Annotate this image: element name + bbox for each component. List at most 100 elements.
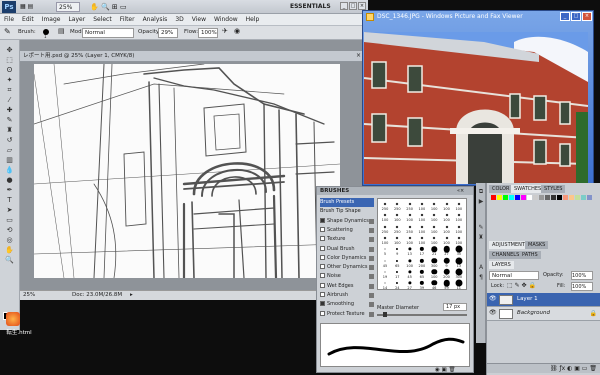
brush-preset[interactable]: 250: [392, 223, 402, 234]
brush-preset[interactable]: 19: [380, 268, 390, 279]
brush-preset[interactable]: 11: [454, 279, 464, 290]
brush-panel-icon[interactable]: ✎: [477, 223, 485, 232]
brush-preset[interactable]: 100: [392, 211, 402, 222]
tab-paths[interactable]: PATHS: [519, 251, 541, 259]
tab-swatches[interactable]: SWATCHES: [511, 185, 545, 193]
brush-preset[interactable]: 100: [405, 257, 415, 268]
layer-opacity-input[interactable]: 100%: [571, 271, 593, 280]
tab-masks[interactable]: MASKS: [525, 241, 549, 249]
lock-icon[interactable]: [369, 218, 374, 224]
move-tool-icon[interactable]: ✥: [3, 46, 16, 55]
mode-select[interactable]: Normal: [82, 28, 134, 38]
brush-preset[interactable]: 13: [454, 257, 464, 268]
brush-option-row[interactable]: Brush Presets: [320, 198, 374, 207]
lock-icon[interactable]: [369, 274, 374, 280]
brush-preset[interactable]: 100: [454, 223, 464, 234]
brush-option-row[interactable]: Brush Tip Shape: [320, 207, 374, 216]
launch-bridge-icon[interactable]: ▦ ▤: [20, 2, 50, 12]
path-select-tool-icon[interactable]: ➤: [3, 206, 16, 215]
brush-preset[interactable]: 100: [417, 234, 427, 245]
brush-preset[interactable]: 21: [429, 245, 439, 256]
viewer-maximize-button[interactable]: □: [571, 12, 581, 21]
lock-icon[interactable]: [369, 246, 374, 252]
brush-option-checkbox[interactable]: [320, 245, 325, 251]
eyedropper-tool-icon[interactable]: ⁄: [3, 96, 16, 105]
lock-icon[interactable]: [369, 265, 374, 271]
brush-option-checkbox[interactable]: [320, 217, 325, 223]
brush-option-checkbox[interactable]: [320, 236, 325, 242]
3d-rotate-tool-icon[interactable]: ⟲: [3, 226, 16, 235]
brush-option-checkbox[interactable]: [320, 254, 325, 260]
zoom-level-dropdown[interactable]: 25%: [56, 2, 80, 12]
panel-collapse-icon[interactable]: «×: [457, 187, 464, 195]
brush-preset[interactable]: 100: [429, 211, 439, 222]
brush-option-checkbox[interactable]: [320, 264, 325, 270]
healing-tool-icon[interactable]: ✚: [3, 106, 16, 115]
eraser-tool-icon[interactable]: ▱: [3, 146, 16, 155]
brush-preset[interactable]: 65: [417, 268, 427, 279]
status-arrow-icon[interactable]: ▸: [130, 291, 133, 300]
brush-preset[interactable]: 5: [380, 245, 390, 256]
brush-preset[interactable]: 14: [380, 279, 390, 290]
brush-preset[interactable]: 100: [454, 234, 464, 245]
brush-preset[interactable]: 200: [442, 268, 452, 279]
menu-layer[interactable]: Layer: [64, 14, 89, 26]
arrange-icons[interactable]: ✋ 🔍 ⊞ ▭: [90, 2, 150, 12]
opacity-input[interactable]: 29%: [158, 28, 178, 38]
menu-3d[interactable]: 3D: [171, 14, 187, 26]
brush-tool-icon[interactable]: ✎: [4, 27, 11, 36]
brush-preset[interactable]: 17: [392, 268, 402, 279]
brush-preset[interactable]: 9: [392, 245, 402, 256]
master-diameter-slider-thumb[interactable]: [383, 312, 387, 317]
brush-preset[interactable]: 100: [429, 234, 439, 245]
menu-select[interactable]: Select: [89, 14, 116, 26]
brush-preset[interactable]: 100: [392, 234, 402, 245]
brush-preset[interactable]: 100: [442, 211, 452, 222]
lock-icon[interactable]: [369, 227, 374, 233]
crop-tool-icon[interactable]: ⌗: [3, 86, 16, 95]
brush-preset[interactable]: 27: [442, 245, 452, 256]
tab-layers[interactable]: LAYERS: [489, 261, 514, 269]
brush-preset[interactable]: 100: [454, 211, 464, 222]
pen-tool-icon[interactable]: ✒: [3, 186, 16, 195]
brush-option-row[interactable]: Other Dynamics: [320, 263, 374, 272]
swatches-grid[interactable]: [491, 195, 595, 235]
menu-view[interactable]: View: [188, 14, 210, 26]
type-tool-icon[interactable]: T: [3, 196, 16, 205]
brush-preset[interactable]: 17: [417, 245, 427, 256]
brush-option-row[interactable]: Wet Edges: [320, 282, 374, 291]
brush-option-checkbox[interactable]: [320, 226, 325, 232]
brush-preset[interactable]: 100: [442, 234, 452, 245]
quick-select-tool-icon[interactable]: ✦: [3, 76, 16, 85]
lock-icon[interactable]: [369, 293, 374, 298]
viewer-minimize-button[interactable]: _: [560, 12, 570, 21]
brush-preset[interactable]: 100: [429, 223, 439, 234]
brush-preset[interactable]: 250: [392, 200, 402, 211]
brush-preset[interactable]: 39: [417, 279, 427, 290]
brush-preset[interactable]: 100: [429, 268, 439, 279]
brush-preset[interactable]: 250: [405, 223, 415, 234]
brush-preset[interactable]: 9: [442, 257, 452, 268]
brush-preset[interactable]: 250: [380, 223, 390, 234]
brush-option-row[interactable]: Shape Dynamics: [320, 217, 374, 226]
brush-preset[interactable]: 300: [454, 268, 464, 279]
fill-input[interactable]: 100%: [571, 282, 593, 291]
brush-preset[interactable]: 100: [417, 200, 427, 211]
brush-option-row[interactable]: Noise: [320, 272, 374, 281]
brush-option-checkbox[interactable]: [320, 273, 325, 279]
hand-tool-icon[interactable]: ✋: [3, 246, 16, 255]
status-zoom[interactable]: 25%: [23, 291, 35, 300]
lock-icons[interactable]: ⬚ ✎ ✥ 🔒: [507, 282, 536, 289]
brush-preset[interactable]: 200: [417, 257, 427, 268]
blend-mode-select[interactable]: Normal: [489, 271, 539, 280]
brush-preset[interactable]: 250: [405, 200, 415, 211]
brush-preset[interactable]: 100: [417, 223, 427, 234]
brush-preset[interactable]: 100: [429, 200, 439, 211]
dodge-tool-icon[interactable]: ●: [3, 176, 16, 185]
lock-icon[interactable]: [369, 255, 374, 261]
lock-icon[interactable]: [369, 302, 374, 308]
brush-preset[interactable]: 65: [392, 257, 402, 268]
brush-preset[interactable]: 35: [454, 245, 464, 256]
brush-preset[interactable]: 46: [429, 279, 439, 290]
stamp-tool-icon[interactable]: ♜: [3, 126, 16, 135]
